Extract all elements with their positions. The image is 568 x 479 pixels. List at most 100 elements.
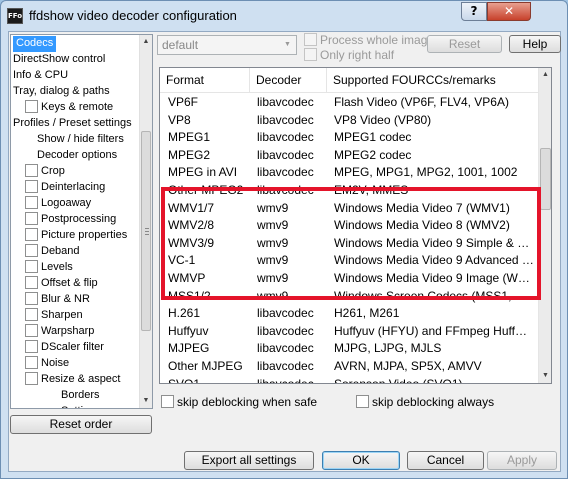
sidebar-item-checkbox[interactable] — [25, 211, 38, 225]
sidebar-item-label: Decoder options — [37, 149, 118, 161]
checkbox-box[interactable] — [356, 395, 369, 409]
checkbox-box[interactable] — [161, 395, 174, 409]
sidebar-item-checkbox[interactable] — [25, 307, 38, 321]
table-row[interactable]: WMV2/8 wmv9 Windows Media Video 8 (WMV2) — [160, 217, 538, 233]
checkbox-box[interactable] — [304, 48, 317, 62]
sidebar-item[interactable]: Show / hide filters — [37, 132, 124, 148]
title-bar[interactable]: FFo ffdshow video decoder configuration … — [1, 1, 567, 31]
sidebar-item[interactable]: Blur & NR — [25, 291, 90, 308]
table-row[interactable]: Other MPEG2 libavcodec EM2V, MMES — [160, 182, 538, 198]
sidebar-item[interactable]: Logoaway — [25, 195, 91, 212]
cell-remarks: Windows Screen Codecs (MSS1, MSS2) — [334, 288, 534, 303]
cell-remarks: Flash Video (VP6F, FLV4, VP6A) — [334, 95, 509, 109]
table-row[interactable]: MPEG2 libavcodec MPEG2 codec — [160, 147, 538, 163]
ok-button[interactable]: OK — [322, 451, 400, 470]
scroll-up-arrow-icon[interactable]: ▲ — [539, 68, 551, 82]
settings-tree[interactable]: Settings Borders Resize & aspect Noise DScal… — [10, 34, 153, 409]
sidebar-item[interactable]: Tray, dialog & paths — [13, 84, 110, 100]
sidebar-item-checkbox[interactable] — [25, 227, 38, 241]
tree-scrollbar[interactable]: ▲ ▼ — [139, 35, 152, 408]
sidebar-item-checkbox[interactable] — [25, 371, 38, 385]
sidebar-item-checkbox[interactable] — [25, 291, 38, 305]
codec-list[interactable]: Format Decoder Supported FOURCCs/remarks… — [159, 67, 552, 384]
table-row[interactable]: MSS1/2 wmv9 Windows Screen Codecs (MSS1, M… — [160, 288, 538, 304]
sidebar-item-checkbox[interactable] — [25, 355, 38, 369]
table-row[interactable]: Huffyuv libavcodec Huffyuv (HFYU) and FFmp… — [160, 323, 538, 339]
table-row[interactable]: WMV1/7 wmv9 Windows Media Video 7 (WMV1) — [160, 200, 538, 216]
sidebar-item[interactable]: Resize & aspect — [25, 371, 120, 388]
tree-scroll-thumb[interactable] — [141, 131, 151, 331]
sidebar-item-checkbox[interactable] — [25, 243, 38, 257]
reset-button[interactable]: Reset — [427, 35, 502, 53]
sidebar-item[interactable]: DirectShow control — [13, 52, 105, 68]
chevron-down-icon[interactable]: ▼ — [281, 38, 294, 52]
table-row[interactable]: VP6F libavcodec Flash Video (VP6F, FLV4, V… — [160, 94, 538, 110]
table-row[interactable]: SVQ1 libavcodec Sorenson Video (SVQ1) — [160, 376, 538, 383]
sidebar-item[interactable]: Decoder options — [37, 148, 117, 164]
column-decoder[interactable]: Decoder — [250, 68, 327, 92]
table-row[interactable]: WMV3/9 wmv9 Windows Media Video 9 Simple &… — [160, 235, 538, 251]
sidebar-item[interactable]: Offset & flip — [25, 275, 98, 292]
table-row[interactable]: MPEG1 libavcodec MPEG1 codec — [160, 129, 538, 145]
sidebar-item-checkbox[interactable] — [25, 339, 38, 353]
sidebar-item[interactable]: Sharpen — [25, 307, 83, 324]
sidebar-item-checkbox[interactable] — [25, 195, 38, 209]
sidebar-item-checkbox[interactable] — [25, 163, 38, 177]
sidebar-item[interactable]: Warpsharp — [25, 323, 94, 340]
help-button[interactable]: Help — [509, 35, 561, 53]
column-remarks[interactable]: Supported FOURCCs/remarks — [327, 68, 538, 92]
cell-decoder: wmv9 — [257, 200, 289, 215]
codec-list-scrollbar[interactable]: ▲ ▼ — [538, 68, 551, 383]
sidebar-item-checkbox[interactable] — [25, 275, 38, 289]
title-close-button[interactable]: ✕ — [487, 2, 531, 21]
sidebar-item-label: Noise — [41, 357, 70, 369]
ffdshow-app-icon[interactable]: FFo — [7, 8, 23, 24]
sidebar-item[interactable]: Crop — [25, 163, 65, 180]
skip-deblocking-safe-checkbox[interactable]: skip deblocking when safe — [161, 395, 317, 409]
sidebar-item-checkbox[interactable] — [25, 259, 38, 273]
scroll-down-arrow-icon[interactable]: ▼ — [539, 369, 551, 383]
reset-order-button[interactable]: Reset order — [10, 415, 152, 434]
sidebar-item-checkbox[interactable] — [25, 99, 38, 113]
sidebar-item-checkbox[interactable] — [25, 323, 38, 337]
column-format[interactable]: Format — [160, 68, 250, 92]
process-whole-image-checkbox[interactable]: Process whole image — [304, 33, 434, 47]
cell-format: WMV3/9 — [168, 235, 215, 250]
sidebar-item[interactable]: Settings — [61, 404, 101, 408]
checkbox-box[interactable] — [304, 33, 317, 47]
export-all-settings-button[interactable]: Export all settings — [184, 451, 314, 470]
sidebar-item[interactable]: Picture properties — [25, 227, 127, 244]
table-row[interactable]: MPEG in AVI libavcodec MPEG, MPG1, MPG2, 1… — [160, 164, 538, 180]
codec-list-scroll-thumb[interactable] — [540, 148, 551, 210]
sidebar-item[interactable]: Postprocessing — [25, 211, 116, 228]
sidebar-item[interactable]: Profiles / Preset settings — [13, 116, 132, 132]
skip-deblocking-always-checkbox[interactable]: skip deblocking always — [356, 395, 494, 409]
sidebar-item[interactable]: Levels — [25, 259, 73, 276]
scroll-up-arrow-icon[interactable]: ▲ — [140, 35, 152, 49]
sidebar-item[interactable]: Codecs — [13, 36, 57, 52]
preset-combobox[interactable]: default ▼ — [157, 35, 297, 55]
table-row[interactable]: WMVP wmv9 Windows Media Video 9 Image (WMV… — [160, 270, 538, 286]
sidebar-item[interactable]: DScaler filter — [25, 339, 104, 356]
sidebar-item-checkbox[interactable] — [25, 179, 38, 193]
table-row[interactable]: VC-1 wmv9 Windows Media Video 9 Advanced P… — [160, 252, 538, 268]
sidebar-item[interactable]: Noise — [25, 355, 70, 372]
table-row[interactable]: Other MJPEG libavcodec AVRN, MJPA, SP5X, A… — [160, 358, 538, 374]
cell-decoder: libavcodec — [257, 341, 314, 356]
table-row[interactable]: VP8 libavcodec VP8 Video (VP80) — [160, 112, 538, 128]
cell-format: H.261 — [168, 306, 201, 321]
sidebar-item[interactable]: Deband — [25, 243, 80, 260]
sidebar-item-label: Deinterlacing — [41, 181, 106, 193]
scroll-down-arrow-icon[interactable]: ▼ — [140, 394, 152, 408]
apply-button[interactable]: Apply — [487, 451, 557, 470]
sidebar-item[interactable]: Keys & remote — [25, 99, 113, 116]
only-right-half-checkbox[interactable]: Only right half — [304, 48, 394, 62]
sidebar-item[interactable]: Deinterlacing — [25, 179, 106, 196]
title-help-button[interactable]: ? — [461, 2, 487, 21]
cancel-button[interactable]: Cancel — [407, 451, 484, 470]
table-row[interactable]: MJPEG libavcodec MJPG, LJPG, MJLS — [160, 340, 538, 356]
table-row[interactable]: H.261 libavcodec H261, M261 — [160, 305, 538, 321]
sidebar-item[interactable]: Info & CPU — [13, 68, 68, 84]
sidebar-item[interactable]: Borders — [61, 388, 100, 404]
cell-decoder: libavcodec — [257, 147, 314, 162]
